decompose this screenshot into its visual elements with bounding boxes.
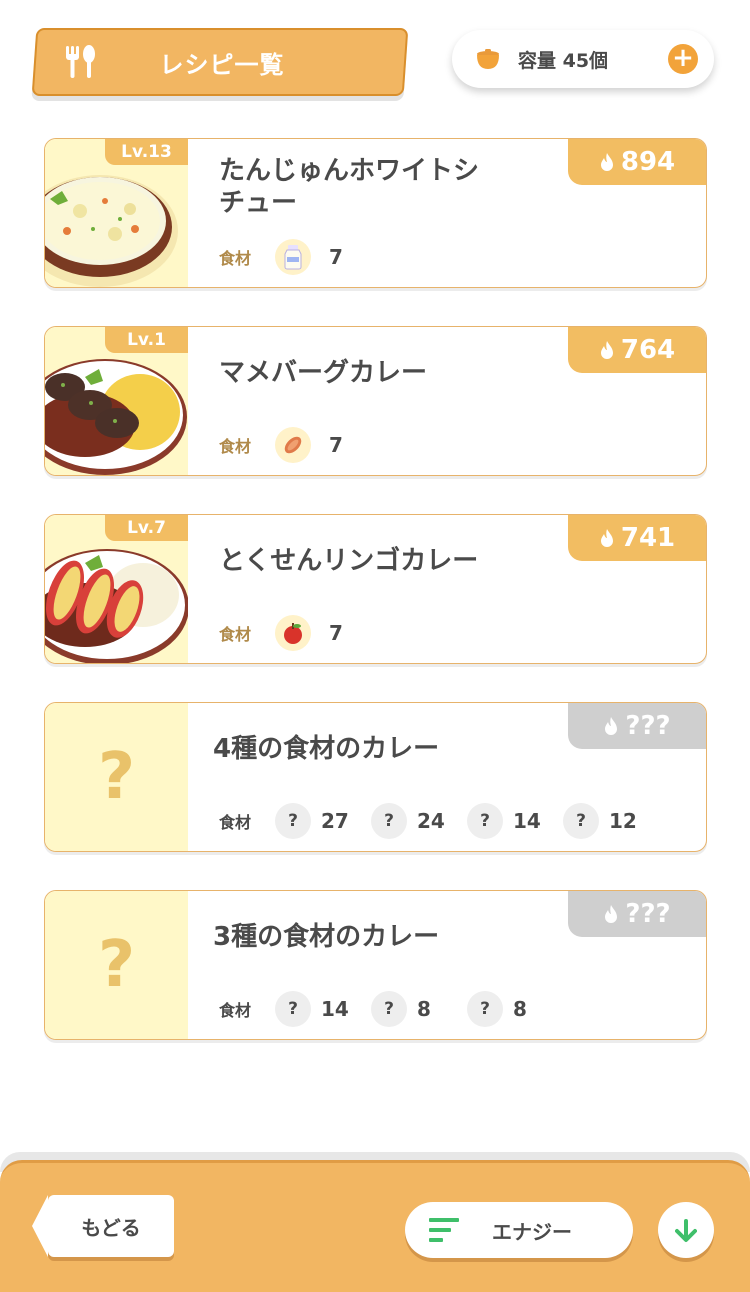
ingredient-row: 食材 7 xyxy=(219,615,379,651)
recipe-energy-badge: 894 xyxy=(568,139,706,185)
ingredient-item: ? 14 xyxy=(275,991,351,1027)
apple-icon xyxy=(275,615,311,651)
arrow-down-icon xyxy=(675,1219,697,1242)
sort-label: エナジー xyxy=(492,1219,572,1244)
flame-icon xyxy=(600,153,613,171)
recipe-level-badge: Lv.13 xyxy=(105,139,188,165)
ingredient-item: ? 8 xyxy=(467,991,543,1027)
sort-button[interactable]: エナジー xyxy=(405,1202,633,1258)
flame-icon xyxy=(605,905,618,923)
unknown-recipe-mark: ? xyxy=(97,928,136,1002)
flame-icon xyxy=(605,717,618,735)
pot-capacity-button[interactable]: 容量 45個 + xyxy=(452,30,714,88)
sausage-icon xyxy=(275,427,311,463)
capacity-label: 容量 45個 xyxy=(518,49,609,72)
add-capacity-button[interactable]: + xyxy=(668,44,698,74)
sort-icon xyxy=(429,1218,459,1242)
recipe-energy-badge: 741 xyxy=(568,515,706,561)
recipe-energy-badge: ??? xyxy=(568,891,706,937)
ingredient-row: 食材 ? 27 ? 24 ? 14 ? 12 xyxy=(219,803,659,839)
recipe-energy-badge: ??? xyxy=(568,703,706,749)
unknown-ingredient-icon: ? xyxy=(371,803,407,839)
back-button[interactable]: もどる xyxy=(32,1195,174,1257)
ingredient-item: 7 xyxy=(275,615,359,651)
ingredient-item: 7 xyxy=(275,427,359,463)
recipe-name: とくせんリンゴカレー xyxy=(219,546,479,576)
page-title: レシピ一覧 xyxy=(159,50,285,79)
ingredient-item: ? 14 xyxy=(467,803,543,839)
recipe-card-locked[interactable]: ? 3種の食材のカレー ??? 食材 ? 14 ? 8 ? 8 xyxy=(44,890,707,1040)
unknown-ingredient-icon: ? xyxy=(275,803,311,839)
unknown-ingredient-icon: ? xyxy=(467,803,503,839)
recipe-level-badge: Lv.7 xyxy=(105,515,188,541)
recipe-energy-badge: 764 xyxy=(568,327,706,373)
ingredient-item: ? 12 xyxy=(563,803,639,839)
pot-icon xyxy=(477,49,499,69)
recipe-card-locked[interactable]: ? 4種の食材のカレー ??? 食材 ? 27 ? 24 ? 14 ? 12 xyxy=(44,702,707,852)
unknown-ingredient-icon: ? xyxy=(467,991,503,1027)
milk-icon xyxy=(275,239,311,275)
recipe-name: マメバーグカレー xyxy=(219,358,428,388)
recipe-name: たんじゅんホワイトシ チュー xyxy=(219,156,480,218)
recipe-name: 3種の食材のカレー xyxy=(213,922,440,952)
recipe-list-title-tab: レシピ一覧 xyxy=(31,28,409,96)
unknown-ingredient-icon: ? xyxy=(371,991,407,1027)
recipe-level-badge: Lv.1 xyxy=(105,327,188,353)
ingredient-row: 食材 ? 14 ? 8 ? 8 xyxy=(219,991,563,1027)
recipe-card[interactable]: Lv.7 とくせんリンゴカレー 741 食材 7 xyxy=(44,514,707,664)
ingredient-row: 食材 7 xyxy=(219,427,379,463)
recipe-name: 4種の食材のカレー xyxy=(213,734,440,764)
ingredient-item: ? 27 xyxy=(275,803,351,839)
recipe-card[interactable]: Lv.13 たんじゅんホワイトシ チュー 894 食材 7 xyxy=(44,138,707,288)
unknown-ingredient-icon: ? xyxy=(563,803,599,839)
unknown-recipe-mark: ? xyxy=(97,740,136,814)
ingredient-item: ? 8 xyxy=(371,991,447,1027)
ingredient-item: 7 xyxy=(275,239,359,275)
unknown-ingredient-icon: ? xyxy=(275,991,311,1027)
ingredient-item: ? 24 xyxy=(371,803,447,839)
flame-icon xyxy=(600,529,613,547)
ingredient-row: 食材 7 xyxy=(219,239,379,275)
sort-order-button[interactable] xyxy=(658,1202,714,1258)
flame-icon xyxy=(600,341,613,359)
recipe-card[interactable]: Lv.1 マメバーグカレー 764 食材 7 xyxy=(44,326,707,476)
fork-spoon-icon xyxy=(66,45,95,78)
